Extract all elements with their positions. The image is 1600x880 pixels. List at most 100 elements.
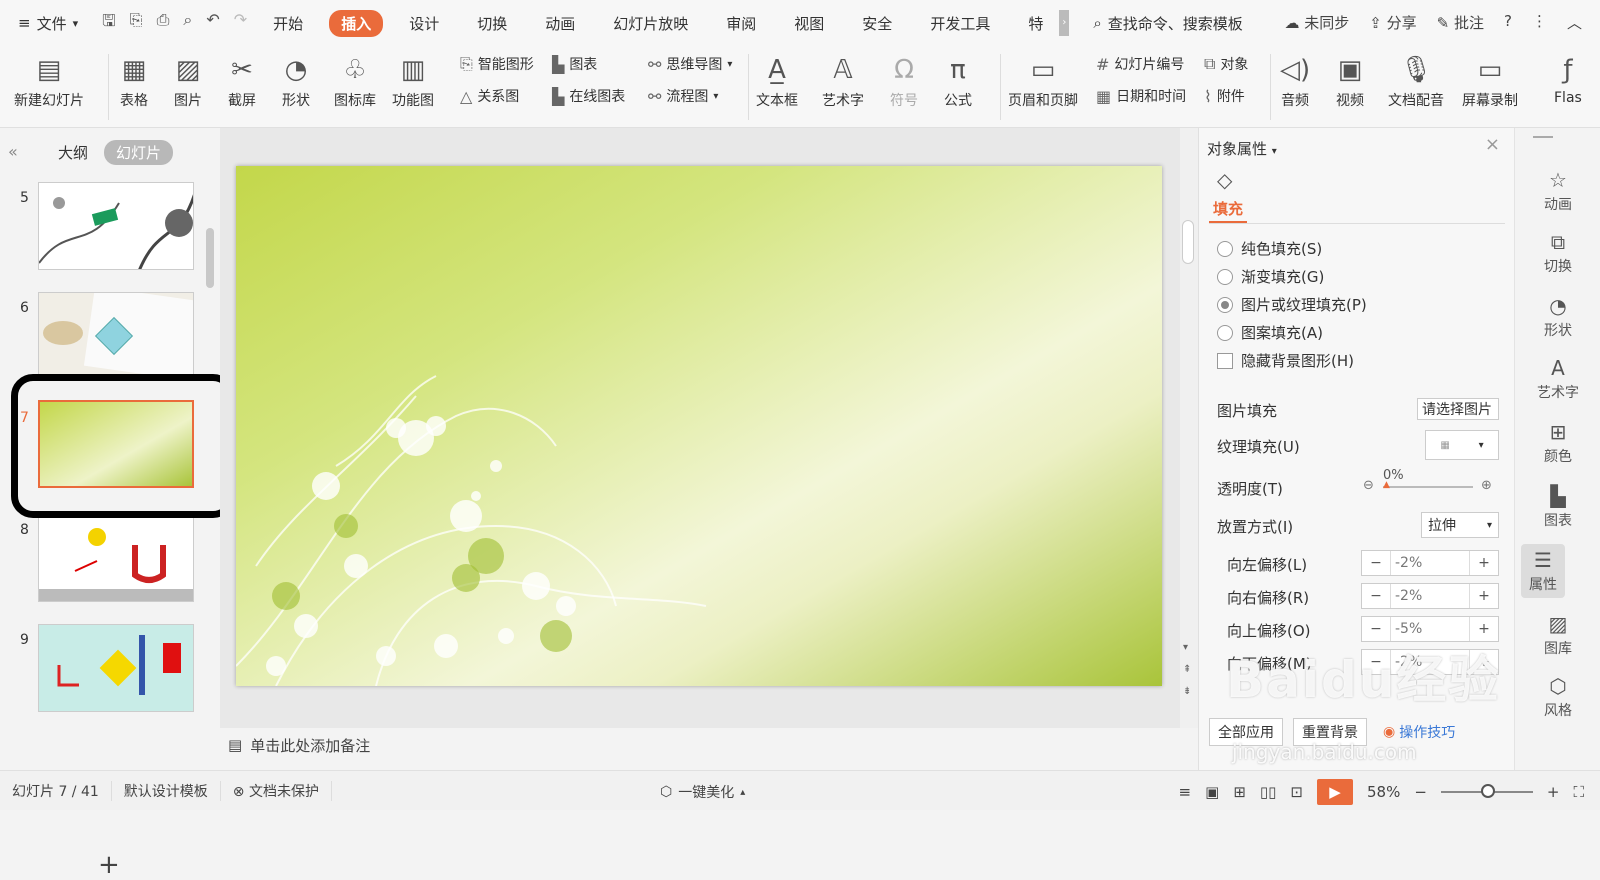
checkbox[interactable]: [1217, 352, 1233, 369]
datetime-button[interactable]: ▦ 日期和时间: [1096, 86, 1186, 106]
protection-status[interactable]: ⊗ 文档未保护: [221, 780, 332, 801]
tab-transition[interactable]: 切换: [465, 10, 519, 37]
transparency-slider[interactable]: [1383, 486, 1473, 488]
slide-thumbnail-9[interactable]: [38, 624, 194, 712]
hide-background-checkbox[interactable]: 隐藏背景图形(H): [1217, 350, 1354, 371]
image-button[interactable]: ▨ 图片: [174, 50, 202, 110]
tab-fill[interactable]: 填充: [1213, 198, 1243, 219]
placement-select[interactable]: 拉伸 ▾: [1421, 512, 1499, 538]
mindmap-button[interactable]: ⚯ 思维导图 ▾: [648, 54, 732, 74]
play-slideshow-button[interactable]: ▶: [1316, 779, 1353, 805]
panel-title[interactable]: 对象属性 ▾: [1207, 138, 1277, 159]
function-chart-button[interactable]: ▥ 功能图: [392, 50, 434, 110]
tab-security[interactable]: 安全: [850, 10, 904, 37]
add-slide-button[interactable]: +: [98, 850, 120, 880]
sidebar-item-properties[interactable]: ☰ 属性: [1521, 544, 1565, 598]
sidebar-item-wordart[interactable]: A 艺术字: [1515, 356, 1600, 402]
zoom-in-icon[interactable]: +: [1547, 783, 1560, 801]
command-search[interactable]: ⌕ 查找命令、搜索模板: [1093, 13, 1242, 34]
voiceover-button[interactable]: 🎙 文档配音: [1388, 50, 1444, 110]
radio-button[interactable]: [1217, 268, 1233, 285]
tab-animation[interactable]: 动画: [533, 10, 587, 37]
table-button[interactable]: ▦ 表格: [120, 50, 148, 110]
chart-button[interactable]: ▙ 图表: [552, 54, 597, 74]
solid-fill-option[interactable]: 纯色填充(S): [1217, 238, 1322, 259]
tab-design[interactable]: 设计: [397, 10, 451, 37]
flowchart-button[interactable]: ⚯ 流程图 ▾: [648, 86, 718, 106]
next-slide-icon[interactable]: ⇟: [1183, 686, 1191, 697]
slide-sorter-icon[interactable]: ⊞: [1233, 783, 1246, 801]
attachment-button[interactable]: ⌇ 附件: [1204, 86, 1245, 106]
radio-button[interactable]: [1217, 324, 1233, 341]
undo-icon[interactable]: ↶: [206, 10, 219, 37]
scroll-down-icon[interactable]: ▾: [1183, 642, 1188, 653]
notes-toggle-icon[interactable]: ≡: [1179, 783, 1192, 801]
relation-chart-button[interactable]: △ 关系图: [460, 86, 519, 106]
beautify-button[interactable]: ⬡ 一键美化 ▴: [660, 782, 745, 802]
sidebar-item-color[interactable]: ⊞ 颜色: [1515, 420, 1600, 466]
right-offset-stepper[interactable]: − -2% +: [1361, 583, 1499, 609]
flash-button[interactable]: ƒ Flas: [1554, 50, 1582, 106]
smartart-button[interactable]: ⎘ 智能图形: [460, 54, 534, 74]
screenshot-button[interactable]: ✂ 截屏: [228, 50, 256, 110]
collapse-panel-icon[interactable]: «: [8, 142, 18, 161]
reading-view-icon[interactable]: ▯▯: [1260, 783, 1277, 801]
normal-view-icon[interactable]: ▣: [1205, 783, 1219, 801]
thumbnail-scrollbar[interactable]: [206, 228, 214, 288]
tab-slides[interactable]: 幻灯片: [104, 140, 174, 165]
canvas-vertical-scrollbar[interactable]: ▾ ⇞ ⇟: [1180, 128, 1198, 728]
tab-special[interactable]: 特: [1016, 10, 1055, 37]
sidebar-item-style[interactable]: ⬡ 风格: [1515, 674, 1600, 720]
print-icon[interactable]: ⎙: [157, 10, 170, 37]
file-menu-button[interactable]: ≡ 文件 ▾: [18, 13, 78, 34]
close-icon[interactable]: ×: [1485, 134, 1500, 155]
zoom-out-icon[interactable]: −: [1414, 783, 1427, 801]
presenter-view-icon[interactable]: ⊡: [1290, 783, 1303, 801]
minus-button[interactable]: −: [1362, 584, 1390, 608]
slide-thumbnail-5[interactable]: [38, 182, 194, 270]
radio-button-selected[interactable]: [1217, 296, 1233, 313]
pattern-fill-option[interactable]: 图案填充(A): [1217, 322, 1323, 343]
sidebar-item-gallery[interactable]: ▨ 图库: [1515, 612, 1600, 658]
header-footer-button[interactable]: ▭ 页眉和页脚: [1008, 50, 1078, 110]
prev-slide-icon[interactable]: ⇞: [1183, 664, 1191, 675]
audio-button[interactable]: ◁) 音频: [1280, 50, 1310, 110]
transparency-plus-icon[interactable]: ⊕: [1481, 478, 1492, 493]
help-icon[interactable]: ?: [1504, 12, 1512, 33]
template-name[interactable]: 默认设计模板: [112, 780, 221, 801]
minus-button[interactable]: −: [1362, 617, 1390, 641]
tab-slideshow[interactable]: 幻灯片放映: [601, 10, 700, 37]
sidebar-item-shape[interactable]: ◔ 形状: [1515, 294, 1600, 340]
tab-review[interactable]: 审阅: [714, 10, 768, 37]
slide-thumbnail-6[interactable]: [38, 292, 194, 380]
object-button[interactable]: ⧉ 对象: [1204, 54, 1248, 74]
sidebar-item-animation[interactable]: ☆ 动画: [1515, 168, 1600, 214]
shape-button[interactable]: ◔ 形状: [282, 50, 310, 110]
textbox-button[interactable]: A̲ 文本框: [756, 50, 798, 110]
tab-insert[interactable]: 插入: [329, 9, 384, 37]
transparency-minus-icon[interactable]: ⊖: [1363, 478, 1374, 493]
picture-texture-fill-option[interactable]: 图片或纹理填充(P): [1217, 294, 1367, 315]
tab-view[interactable]: 视图: [782, 10, 836, 37]
tab-developer[interactable]: 开发工具: [918, 10, 1002, 37]
sidebar-item-chart[interactable]: ▙ 图表: [1515, 484, 1600, 530]
tabs-scroll-right-icon[interactable]: ›: [1059, 9, 1070, 36]
plus-button[interactable]: +: [1470, 584, 1498, 608]
zoom-thumb[interactable]: [1480, 784, 1495, 798]
slide-thumbnail-8[interactable]: [38, 514, 194, 602]
slide-number-button[interactable]: # 幻灯片编号: [1096, 54, 1184, 74]
save-icon[interactable]: 🖫: [102, 10, 116, 37]
minus-button[interactable]: −: [1362, 551, 1390, 575]
wordart-button[interactable]: 𝔸 艺术字: [822, 50, 864, 110]
plus-button[interactable]: +: [1470, 551, 1498, 575]
icon-library-button[interactable]: ♧ 图标库: [334, 50, 376, 110]
top-offset-stepper[interactable]: − -5% +: [1361, 616, 1499, 642]
plus-button[interactable]: +: [1470, 617, 1498, 641]
fit-window-icon[interactable]: ⛶: [1573, 783, 1584, 801]
comment-button[interactable]: ✎ 批注: [1437, 12, 1484, 33]
left-offset-stepper[interactable]: − -2% +: [1361, 550, 1499, 576]
collapse-ribbon-icon[interactable]: ︿: [1567, 12, 1582, 33]
more-icon[interactable]: ⋮: [1532, 12, 1547, 33]
picture-fill-select[interactable]: 请选择图片: [1417, 398, 1499, 420]
new-slide-button[interactable]: ▤ 新建幻灯片: [14, 50, 84, 110]
